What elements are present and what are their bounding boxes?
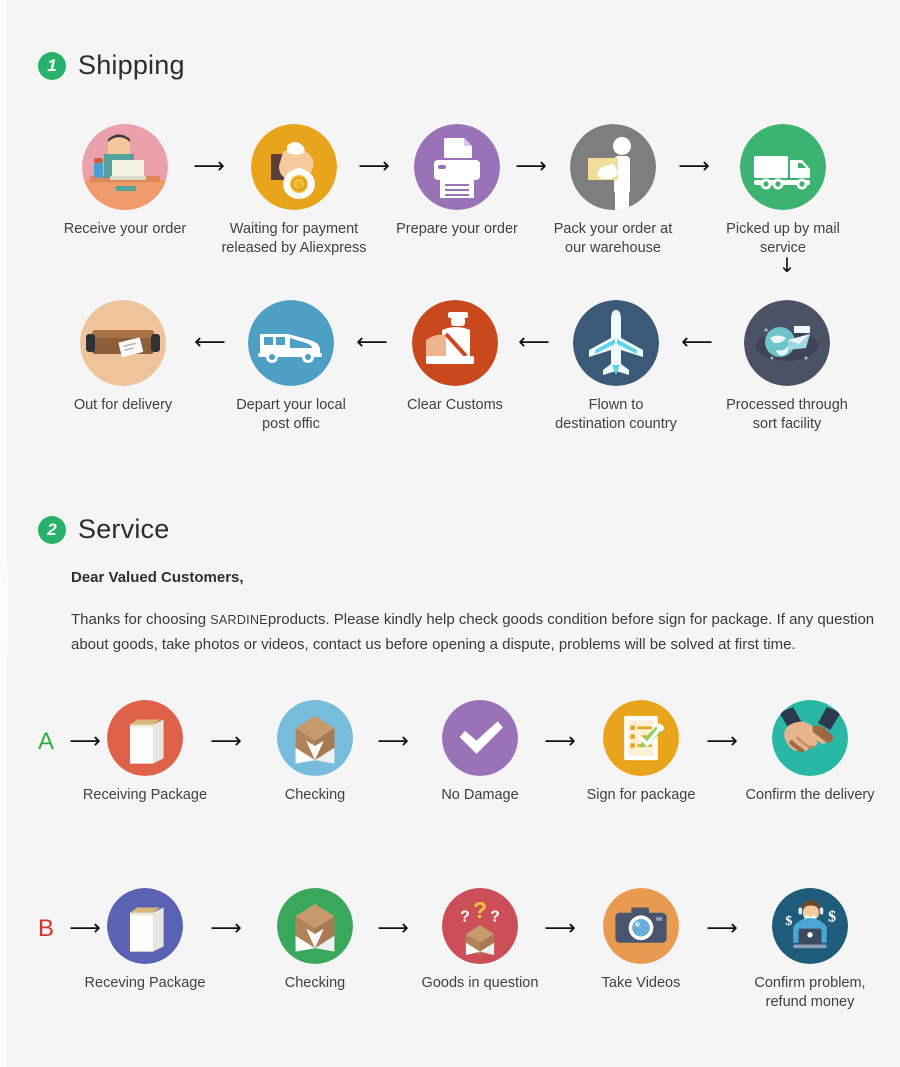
section-badge-2: 2	[38, 515, 66, 544]
flow-step-flown-destination: Flown to destination country	[536, 300, 696, 433]
flow-step-receive-order: Receive your order	[45, 124, 205, 239]
flow-step-label: Sign for package	[586, 787, 696, 803]
global-sorting-icon	[744, 300, 830, 386]
flow-step-label: Clear Customs	[407, 397, 503, 413]
delivery-van-icon	[248, 300, 334, 386]
flow-step-picked-up: Picked up by mail service	[703, 124, 863, 257]
flow-step-pack-order: Pack your order at our warehouse	[533, 124, 693, 257]
flow-step-label: Confirm the delivery	[745, 787, 875, 803]
service-row-letter-a: A	[37, 728, 55, 755]
customs-officer-icon	[412, 300, 498, 386]
flow-step-label: Receiving Package	[82, 787, 208, 803]
service-step-checking-a: Checking	[235, 700, 395, 805]
service-section-heading: 2 Service	[38, 514, 169, 545]
shipping-section-heading: 1 Shipping	[38, 50, 185, 81]
flow-step-depart-post-office: Depart your local post offic	[211, 300, 371, 433]
service-step-checking-b: Checking	[235, 888, 395, 993]
closed-package-icon	[107, 700, 183, 776]
service-row-letter-b: B	[37, 915, 55, 942]
service-step-receiving-package-b: Receving Package	[65, 888, 225, 993]
svg-text:$: $	[828, 909, 836, 926]
page-title-service: Service	[78, 514, 170, 544]
printer-icon	[414, 124, 500, 210]
flow-step-label: Take Videos	[601, 975, 681, 991]
flow-step-label: No Damage	[441, 787, 519, 803]
flow-step-label: Confirm problem, refund money	[754, 975, 866, 1010]
svg-text:?: ?	[460, 909, 470, 926]
flow-step-sort-facility: Processed through sort facility	[707, 300, 867, 433]
service-salutation: Dear Valued Customers,	[71, 569, 244, 586]
service-step-receiving-package-a: Receiving Package	[65, 700, 225, 805]
svg-text:?: ?	[473, 897, 487, 923]
flow-step-label: Processed through sort facility	[726, 397, 848, 432]
brand-name: SARDINE	[210, 613, 268, 627]
camera-icon	[603, 888, 679, 964]
page-left-seam	[6, 560, 8, 660]
open-box-icon	[277, 700, 353, 776]
svg-text:$: $	[297, 181, 302, 192]
delivery-truck-icon	[740, 124, 826, 210]
svg-text:?: ?	[490, 909, 500, 926]
flow-step-label: Flown to destination country	[555, 397, 677, 432]
service-step-no-damage: No Damage	[400, 700, 560, 805]
flow-step-label: Checking	[284, 787, 346, 803]
hand-money-bag-icon: $	[251, 124, 337, 210]
flow-step-label: Depart your local post offic	[236, 397, 346, 432]
flow-step-label: Out for delivery	[73, 397, 173, 413]
checkmark-icon	[442, 700, 518, 776]
support-agent-icon: $ $	[772, 888, 848, 964]
flow-step-label: Goods in question	[421, 975, 539, 991]
parcel-box-icon	[80, 300, 166, 386]
flow-step-label: Prepare your order	[396, 221, 518, 237]
flow-step-label: Waiting for payment released by Aliexpre…	[221, 221, 367, 256]
svg-text:$: $	[785, 913, 792, 929]
service-step-confirm-delivery: Confirm the delivery	[730, 700, 890, 805]
flow-step-label: Picked up by mail service	[726, 221, 840, 256]
service-step-confirm-refund: $ $ Confirm problem, refund money	[730, 888, 890, 1011]
page-left-edge	[0, 0, 7, 1067]
service-step-sign-for-package: Sign for package	[561, 700, 721, 805]
service-step-take-videos: Take Videos	[561, 888, 721, 993]
flow-step-label: Receving Package	[84, 975, 206, 991]
flow-step-label: Checking	[284, 975, 346, 991]
closed-package-icon	[107, 888, 183, 964]
flow-step-label: Pack your order at our warehouse	[553, 221, 673, 256]
worker-packing-icon	[570, 124, 656, 210]
paragraph-text-part1: Thanks for choosing	[71, 611, 211, 628]
arrow-down-icon: ↓	[778, 253, 796, 277]
flow-step-prepare-order: Prepare your order	[377, 124, 537, 239]
flow-step-label: Receive your order	[63, 221, 187, 237]
flow-step-waiting-payment: $ Waiting for payment released by Aliexp…	[214, 124, 374, 257]
open-box-icon	[277, 888, 353, 964]
flow-step-clear-customs: Clear Customs	[375, 300, 535, 415]
person-at-desk-icon	[82, 124, 168, 210]
flow-step-out-for-delivery: Out for delivery	[43, 300, 203, 415]
signed-document-icon	[603, 700, 679, 776]
section-badge-1: 1	[38, 51, 66, 80]
page-title-shipping: Shipping	[78, 50, 185, 80]
handshake-icon	[772, 700, 848, 776]
page-root: 1 Shipping Receive your order ⟶ $ Waitin…	[0, 0, 900, 1067]
airplane-icon	[573, 300, 659, 386]
question-box-icon: ? ? ?	[442, 888, 518, 964]
service-paragraph: Thanks for choosing SARDINEproducts. Ple…	[71, 608, 896, 658]
service-step-goods-in-question: ? ? ? Goods in question	[400, 888, 560, 993]
